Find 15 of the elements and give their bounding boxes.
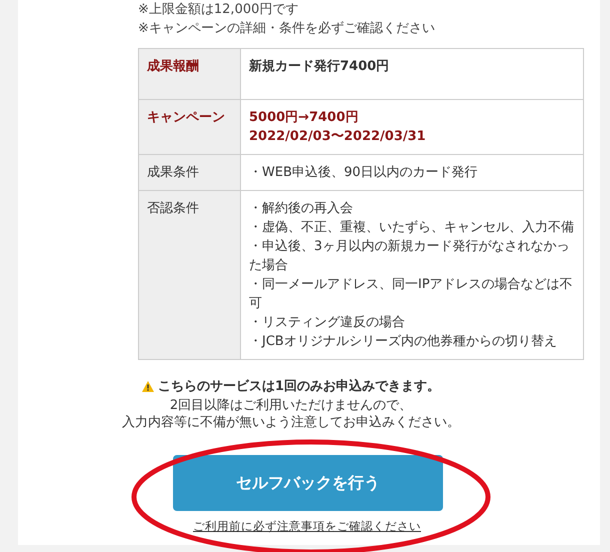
row-label: 否認条件: [138, 190, 240, 360]
note-text: ※キャンペーンの詳細・条件を必ずご確認ください: [138, 20, 436, 38]
warning-icon: [142, 381, 154, 392]
note-text: ※上限金額は12,000円です: [138, 1, 300, 19]
row-value: 新規カード発行7400円: [240, 48, 584, 100]
warning-text: 2回目以降はご利用いただけませんので、: [168, 397, 414, 414]
row-label: キャンペーン: [138, 100, 240, 154]
warning-title: こちらのサービスは1回のみお申込みできます。: [158, 378, 440, 395]
warning-text: 入力内容等に不備が無いよう注意してお申込みください。: [121, 414, 461, 431]
row-value: ・解約後の再入会 ・虚偽、不正、重複、いたずら、キャンセル、入力不備 ・申込後、3ヶ月以内の新規カード発行がなされなかった場合 ・同一メールアドレス、同一IPアドレスの場合などは不可 ・リスティング違反の場合 ・JCBオリジナルシリーズ内の他券種からの切り替え: [240, 190, 584, 360]
row-value: 5000円→7400円 2022/02/03〜2022/03/31: [240, 100, 584, 154]
notice-link[interactable]: ご利用前に必ず注意事項をご確認ください: [193, 519, 421, 534]
row-label: 成果報酬: [138, 48, 240, 100]
row-value: ・WEB申込後、90日以内のカード発行: [240, 154, 584, 190]
row-label: 成果条件: [138, 154, 240, 190]
